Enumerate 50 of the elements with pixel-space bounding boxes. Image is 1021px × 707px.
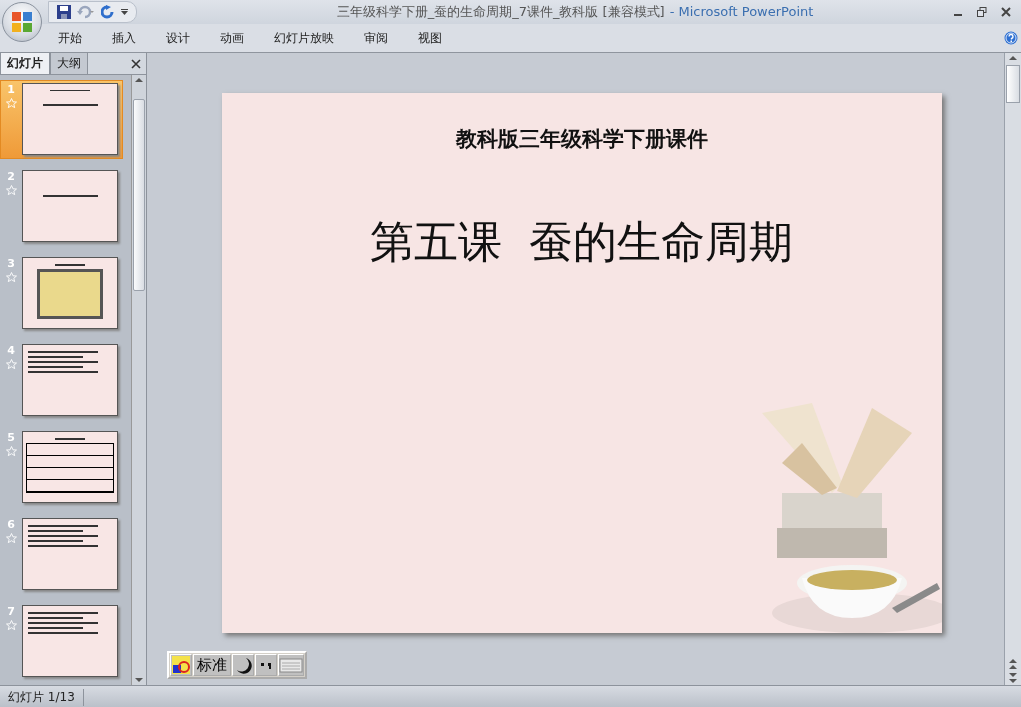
redo-icon[interactable] — [101, 5, 115, 19]
slide-number: 4 — [7, 344, 15, 357]
star-icon — [5, 620, 17, 630]
slide-subtitle: 教科版三年级科学下册课件 — [455, 125, 708, 153]
punctuation-icon[interactable] — [255, 654, 277, 676]
slide-number: 5 — [7, 431, 15, 444]
star-icon — [5, 359, 17, 369]
slide-thumbnail[interactable] — [22, 518, 118, 590]
slide-thumbnail[interactable] — [22, 344, 118, 416]
close-icon[interactable] — [131, 58, 141, 69]
slide-number: 3 — [7, 257, 15, 270]
star-icon — [5, 272, 17, 282]
slide-counter: 幻灯片 1/13 — [0, 688, 84, 706]
slide-number: 7 — [7, 605, 15, 618]
slide-title: 第五课 蚕的生命周期 — [369, 215, 794, 269]
panel-tab[interactable]: 大纲 — [50, 52, 88, 74]
slide-thumbnail[interactable] — [22, 257, 118, 329]
ribbon-tab[interactable]: 设计 — [166, 29, 205, 47]
ribbon-tab[interactable]: 视图 — [418, 29, 457, 47]
app-name: - Microsoft PowerPoint — [669, 4, 814, 19]
help-icon[interactable] — [1004, 31, 1018, 45]
star-icon — [5, 185, 17, 195]
slide-number: 2 — [7, 170, 15, 183]
ribbon-tab[interactable]: 插入 — [112, 29, 151, 47]
slide-thumbnail[interactable] — [22, 431, 118, 503]
slide-thumbnail[interactable] — [22, 170, 118, 242]
close-icon[interactable] — [1001, 7, 1011, 17]
star-icon — [5, 446, 17, 456]
moon-icon[interactable] — [232, 654, 254, 676]
slide-thumbnail[interactable] — [22, 605, 118, 677]
ime-logo-icon[interactable] — [170, 654, 192, 676]
ribbon-tab[interactable]: 审阅 — [364, 29, 403, 47]
ime-mode-label[interactable]: 标准 — [193, 654, 231, 676]
panel-tab[interactable]: 幻灯片 — [0, 52, 50, 74]
slide-number: 1 — [7, 83, 15, 96]
star-icon — [5, 98, 17, 108]
scrollbar-thumb[interactable] — [1006, 65, 1020, 103]
ribbon-tab[interactable]: 动画 — [220, 29, 259, 47]
star-icon — [5, 533, 17, 543]
ribbon-tab[interactable]: 幻灯片放映 — [274, 29, 349, 47]
restore-icon[interactable] — [977, 7, 987, 17]
slide-number: 6 — [7, 518, 15, 531]
office-button[interactable] — [2, 2, 42, 42]
save-icon[interactable] — [57, 5, 71, 19]
slide-thumbnail[interactable] — [22, 83, 118, 155]
scrollbar-thumb[interactable] — [133, 99, 145, 291]
ribbon-tab[interactable]: 开始 — [58, 29, 97, 47]
document-title: 三年级科学下册_蚕的生命周期_7课件_教科版 [兼容模式] — [336, 4, 665, 19]
dropdown-icon[interactable] — [121, 9, 128, 15]
office-logo-icon — [11, 11, 33, 33]
